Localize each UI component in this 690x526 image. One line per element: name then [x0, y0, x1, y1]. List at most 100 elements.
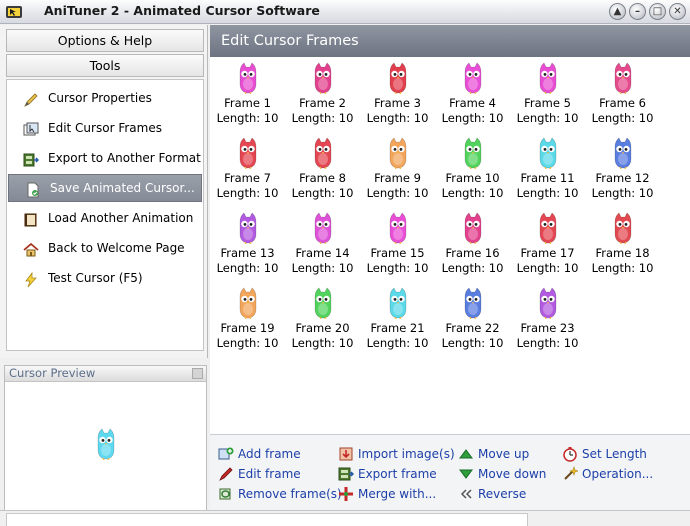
minimize-icon[interactable]: – — [629, 3, 646, 20]
frame-item[interactable]: Frame 4 Length: 10 — [435, 58, 510, 128]
frame-length: Length: 10 — [441, 186, 504, 200]
export-film-icon — [23, 150, 40, 167]
action-bar: Add frame Edit frame Remove frame(s) Imp… — [210, 434, 690, 510]
frame-item[interactable]: Frame 20 Length: 10 — [285, 283, 360, 353]
frame-thumbnail — [539, 62, 557, 94]
frame-item[interactable]: Frame 3 Length: 10 — [360, 58, 435, 128]
frame-thumbnail — [389, 212, 407, 244]
lightning-icon — [23, 270, 39, 288]
options-help-button[interactable]: Options & Help — [6, 29, 204, 52]
wand-icon — [562, 466, 579, 482]
task-label: Edit Cursor Frames — [48, 121, 162, 135]
export-frame-icon — [338, 466, 355, 482]
merge-with-link[interactable]: Merge with... — [336, 485, 436, 503]
preview-toggle-icon[interactable] — [192, 368, 203, 379]
merge-icon — [338, 486, 354, 502]
frame-item[interactable]: Frame 12 Length: 10 — [585, 133, 660, 203]
reverse-icon — [458, 486, 474, 502]
frame-thumbnail — [464, 62, 482, 94]
task-label: Test Cursor (F5) — [48, 271, 143, 285]
move-up-icon — [458, 446, 474, 462]
frame-thumbnail — [314, 137, 332, 169]
frame-length: Length: 10 — [591, 261, 654, 275]
maximize-icon[interactable]: □ — [649, 3, 666, 20]
frame-length: Length: 10 — [516, 111, 579, 125]
frame-length: Length: 10 — [216, 111, 279, 125]
operation-link[interactable]: Operation... — [560, 465, 653, 483]
frame-item[interactable]: Frame 17 Length: 10 — [510, 208, 585, 278]
frame-thumbnail — [389, 287, 407, 319]
frame-thumbnail — [614, 212, 632, 244]
frame-item[interactable]: Frame 2 Length: 10 — [285, 58, 360, 128]
frame-item[interactable]: Frame 11 Length: 10 — [510, 133, 585, 203]
task-edit-cursor-frames[interactable]: Edit Cursor Frames — [7, 114, 203, 142]
task-label: Load Another Animation — [48, 211, 194, 225]
frame-item[interactable]: Frame 22 Length: 10 — [435, 283, 510, 353]
frame-length: Length: 10 — [441, 261, 504, 275]
frame-item[interactable]: Frame 15 Length: 10 — [360, 208, 435, 278]
frame-length: Length: 10 — [366, 111, 429, 125]
export-frame-link[interactable]: Export frame — [336, 465, 437, 483]
home-icon — [23, 240, 39, 257]
frame-item[interactable]: Frame 23 Length: 10 — [510, 283, 585, 353]
frame-item[interactable]: Frame 18 Length: 10 — [585, 208, 660, 278]
import-images-link[interactable]: Import image(s) — [336, 445, 455, 463]
frame-item[interactable]: Frame 1 Length: 10 — [210, 58, 285, 128]
frame-length: Length: 10 — [366, 261, 429, 275]
preview-cursor-image — [97, 428, 115, 460]
frame-name: Frame 14 — [295, 246, 350, 260]
frame-item[interactable]: Frame 6 Length: 10 — [585, 58, 660, 128]
frame-item[interactable]: Frame 13 Length: 10 — [210, 208, 285, 278]
frame-name: Frame 2 — [299, 96, 346, 110]
frame-name: Frame 10 — [445, 171, 500, 185]
frame-thumbnail — [614, 137, 632, 169]
task-cursor-properties[interactable]: Cursor Properties — [7, 84, 203, 112]
add-frame-link[interactable]: Add frame — [216, 445, 301, 463]
frame-length: Length: 10 — [216, 336, 279, 350]
remove-frames-link[interactable]: Remove frame(s) — [216, 485, 342, 503]
move-up-link[interactable]: Move up — [456, 445, 529, 463]
frame-item[interactable]: Frame 19 Length: 10 — [210, 283, 285, 353]
cursor-preview-title: Cursor Preview — [5, 366, 206, 382]
tools-button[interactable]: Tools — [6, 54, 204, 77]
cursor-preview-panel: Cursor Preview — [4, 365, 207, 511]
frame-name: Frame 21 — [370, 321, 425, 335]
frame-item[interactable]: Frame 8 Length: 10 — [285, 133, 360, 203]
frame-thumbnail — [314, 287, 332, 319]
close-icon[interactable]: ✕ — [669, 3, 686, 20]
frame-item[interactable]: Frame 5 Length: 10 — [510, 58, 585, 128]
edit-frame-icon — [218, 466, 234, 482]
frame-grid: Frame 1 Length: 10 Frame 2 Length: 10 Frame … — [210, 58, 690, 458]
frame-thumbnail — [239, 212, 257, 244]
task-load-another-animation[interactable]: Load Another Animation — [7, 204, 203, 232]
task-export-another-format[interactable]: Export to Another Format — [7, 144, 203, 172]
import-image-icon — [338, 446, 354, 462]
frame-name: Frame 9 — [374, 171, 421, 185]
up-icon[interactable]: ▲ — [609, 3, 626, 20]
frame-item[interactable]: Frame 7 Length: 10 — [210, 133, 285, 203]
status-segment — [6, 513, 528, 526]
frame-thumbnail — [239, 62, 257, 94]
task-label: Export to Another Format — [48, 151, 201, 165]
move-down-link[interactable]: Move down — [456, 465, 546, 483]
frame-length: Length: 10 — [291, 336, 354, 350]
frame-item[interactable]: Frame 10 Length: 10 — [435, 133, 510, 203]
task-save-animated-cursor[interactable]: Save Animated Cursor... — [8, 174, 202, 202]
frame-item[interactable]: Frame 14 Length: 10 — [285, 208, 360, 278]
frame-name: Frame 15 — [370, 246, 425, 260]
task-back-to-welcome[interactable]: Back to Welcome Page — [7, 234, 203, 262]
frame-thumbnail — [464, 137, 482, 169]
set-length-link[interactable]: Set Length — [560, 445, 647, 463]
frame-item[interactable]: Frame 16 Length: 10 — [435, 208, 510, 278]
frame-length: Length: 10 — [441, 336, 504, 350]
edit-frame-link[interactable]: Edit frame — [216, 465, 301, 483]
task-test-cursor[interactable]: Test Cursor (F5) — [7, 264, 203, 292]
frame-thumbnail — [389, 137, 407, 169]
frame-length: Length: 10 — [291, 261, 354, 275]
frame-name: Frame 18 — [595, 246, 650, 260]
reverse-link[interactable]: Reverse — [456, 485, 526, 503]
frame-item[interactable]: Frame 21 Length: 10 — [360, 283, 435, 353]
add-frame-icon — [218, 446, 234, 462]
frame-item[interactable]: Frame 9 Length: 10 — [360, 133, 435, 203]
frame-name: Frame 3 — [374, 96, 421, 110]
